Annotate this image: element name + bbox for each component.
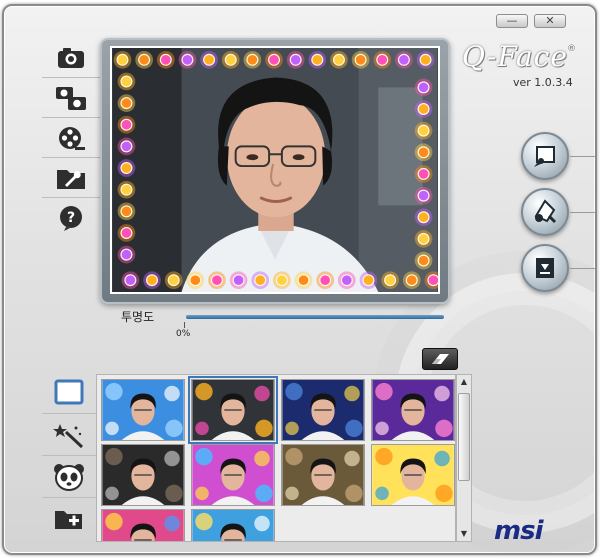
eraser-button[interactable] <box>422 348 458 370</box>
thumbnail-item[interactable] <box>281 444 365 506</box>
sidebar-item-camera[interactable] <box>42 38 100 78</box>
record-icon <box>534 199 557 224</box>
thumbnail-image <box>192 380 274 440</box>
capture-photo-button[interactable] <box>521 132 569 180</box>
thumbnail-image <box>192 510 274 541</box>
scroll-down-arrow[interactable]: ▼ <box>457 527 471 541</box>
sidebar-item-settings[interactable] <box>42 158 100 198</box>
button-guide-line <box>570 212 595 213</box>
button-guide-line <box>570 156 595 157</box>
download-icon <box>536 258 554 278</box>
effects-panel: ▲ ▼ <box>42 372 482 542</box>
version-label: ver 1.0.3.4 <box>513 76 573 89</box>
camera-icon <box>58 47 84 68</box>
thumbnail-scrollbar[interactable]: ▲ ▼ <box>456 374 472 542</box>
magic-wand-icon <box>53 423 84 448</box>
dual-camera-icon <box>56 86 86 110</box>
preview-frame <box>100 38 450 304</box>
panda-face-icon <box>54 463 84 491</box>
thumbnail-image <box>372 380 454 440</box>
close-button[interactable]: ✕ <box>534 14 566 28</box>
thumbnail-image <box>282 380 364 440</box>
opacity-value: 0% <box>176 329 191 339</box>
sidebar-item-video[interactable] <box>42 118 100 158</box>
help-icon: ? <box>60 206 82 231</box>
thumbnail-image <box>102 445 184 505</box>
thumbnail-image <box>282 445 364 505</box>
film-reel-icon <box>59 126 85 150</box>
thumbnail-item[interactable] <box>101 509 185 541</box>
app-logo: Q-Face <box>462 40 568 73</box>
thumbnail-grid <box>96 374 456 542</box>
button-guide-line <box>570 268 595 269</box>
thumbnail-item[interactable] <box>188 376 278 444</box>
record-button[interactable] <box>521 188 569 236</box>
thumbnail-image <box>102 380 184 440</box>
minimize-button[interactable]: — <box>496 14 528 28</box>
thumbnail-item[interactable] <box>191 509 275 541</box>
add-folder-icon <box>55 511 82 529</box>
thumbnail-item[interactable] <box>191 444 275 506</box>
category-frames[interactable] <box>42 372 96 414</box>
opacity-slider-tick <box>184 322 185 328</box>
brand-logo: msi <box>494 516 543 546</box>
eraser-icon <box>432 354 449 364</box>
sidebar-item-help[interactable]: ? <box>42 198 100 238</box>
opacity-slider[interactable] <box>186 315 444 319</box>
category-stickers[interactable] <box>42 456 96 498</box>
category-effects[interactable] <box>42 414 96 456</box>
camera-preview[interactable] <box>110 46 440 294</box>
thumbnail-item[interactable] <box>101 444 185 506</box>
frame-icon <box>54 379 84 404</box>
capture-photo-icon <box>534 146 555 167</box>
thumbnail-item[interactable] <box>281 379 365 441</box>
thumbnail-image <box>102 510 184 541</box>
scrollbar-thumb[interactable] <box>458 393 470 481</box>
download-button[interactable] <box>521 244 569 292</box>
settings-folder-icon <box>57 169 85 189</box>
opacity-label: 투명도 <box>121 310 155 324</box>
thumbnail-image <box>372 445 454 505</box>
registered-mark: ® <box>567 44 576 54</box>
thumbnail-item[interactable] <box>371 444 455 506</box>
thumbnail-item[interactable] <box>371 379 455 441</box>
app-window: — ✕ ? Q-Face ® ver 1.0.3.4 투명도 0% ▲ ▼ ms… <box>2 4 597 555</box>
sidebar-item-multi-shot[interactable] <box>42 78 100 118</box>
thumbnail-item[interactable] <box>101 379 185 441</box>
thumbnail-image <box>192 445 274 505</box>
scroll-up-arrow[interactable]: ▲ <box>457 375 471 389</box>
preview-image <box>112 48 438 292</box>
category-add[interactable] <box>42 498 96 540</box>
svg-text:?: ? <box>67 210 75 226</box>
